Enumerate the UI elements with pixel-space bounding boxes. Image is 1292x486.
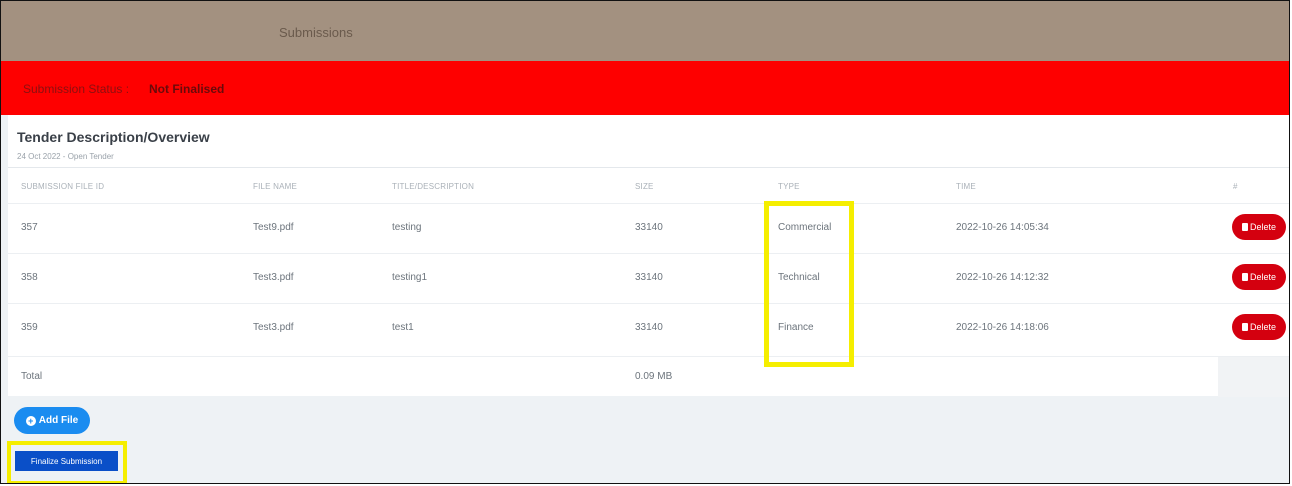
cell-size: 33140	[635, 222, 663, 233]
page-title: Submissions	[279, 25, 353, 40]
col-header-type: Type	[778, 182, 800, 191]
cell-title: testing1	[392, 272, 428, 283]
page-header: Submissions	[1, 1, 1289, 61]
trash-icon	[1241, 223, 1248, 231]
total-row-filler	[1218, 357, 1289, 397]
page-frame: Submissions Submission Status : Not Fina…	[0, 0, 1290, 484]
highlight-box-type-column	[764, 201, 854, 367]
table-row: 357 Test9.pdf testing 33140 Commercial 2…	[8, 203, 1289, 254]
add-file-button[interactable]: + Add File	[14, 407, 90, 434]
plus-circle-icon: +	[25, 415, 36, 426]
trash-icon	[1241, 273, 1248, 281]
delete-button[interactable]: Delete	[1232, 214, 1286, 240]
col-header-size: Size	[635, 182, 654, 191]
col-header-title: Title/Description	[392, 182, 475, 191]
col-header-id: Submission File ID	[21, 182, 105, 191]
status-label: Submission Status :	[23, 82, 130, 96]
cell-file-name: Test3.pdf	[253, 322, 294, 333]
total-label: Total	[21, 371, 43, 382]
table-row: 359 Test3.pdf test1 33140 Finance 2022-1…	[8, 303, 1289, 354]
status-banner: Submission Status : Not Finalised	[1, 61, 1289, 115]
cell-file-name: Test3.pdf	[253, 272, 294, 283]
card-title: Tender Description/Overview	[17, 129, 210, 145]
delete-label: Delete	[1249, 322, 1276, 332]
cell-id: 359	[21, 322, 38, 333]
cell-title: test1	[392, 322, 414, 333]
cell-time: 2022-10-26 14:05:34	[956, 222, 1049, 233]
cell-time: 2022-10-26 14:12:32	[956, 272, 1049, 283]
status-value: Not Finalised	[149, 82, 225, 96]
cell-file-name: Test9.pdf	[253, 222, 294, 233]
delete-label: Delete	[1249, 272, 1276, 282]
col-header-time: Time	[956, 182, 976, 191]
card-header: Tender Description/Overview 24 Oct 2022 …	[8, 115, 1289, 168]
delete-label: Delete	[1249, 222, 1276, 232]
cell-size: 33140	[635, 322, 663, 333]
cell-id: 358	[21, 272, 38, 283]
submission-card: Tender Description/Overview 24 Oct 2022 …	[8, 115, 1289, 397]
cell-time: 2022-10-26 14:18:06	[956, 322, 1049, 333]
col-header-file-name: File Name	[253, 182, 298, 191]
finalize-label: Finalize Submission	[30, 456, 103, 466]
card-subtitle: 24 Oct 2022 - Open Tender	[17, 152, 114, 161]
cell-size: 33140	[635, 272, 663, 283]
trash-icon	[1241, 323, 1248, 331]
delete-button[interactable]: Delete	[1232, 314, 1286, 340]
total-row: Total 0.09 MB	[8, 356, 1289, 397]
cell-title: testing	[392, 222, 422, 233]
cell-id: 357	[21, 222, 38, 233]
finalize-submission-button[interactable]: Finalize Submission	[15, 451, 118, 471]
delete-button[interactable]: Delete	[1232, 264, 1286, 290]
add-file-label: Add File	[38, 415, 79, 426]
total-value: 0.09 MB	[635, 371, 673, 382]
col-header-action: #	[1233, 182, 1238, 191]
table-row: 358 Test3.pdf testing1 33140 Technical 2…	[8, 253, 1289, 304]
